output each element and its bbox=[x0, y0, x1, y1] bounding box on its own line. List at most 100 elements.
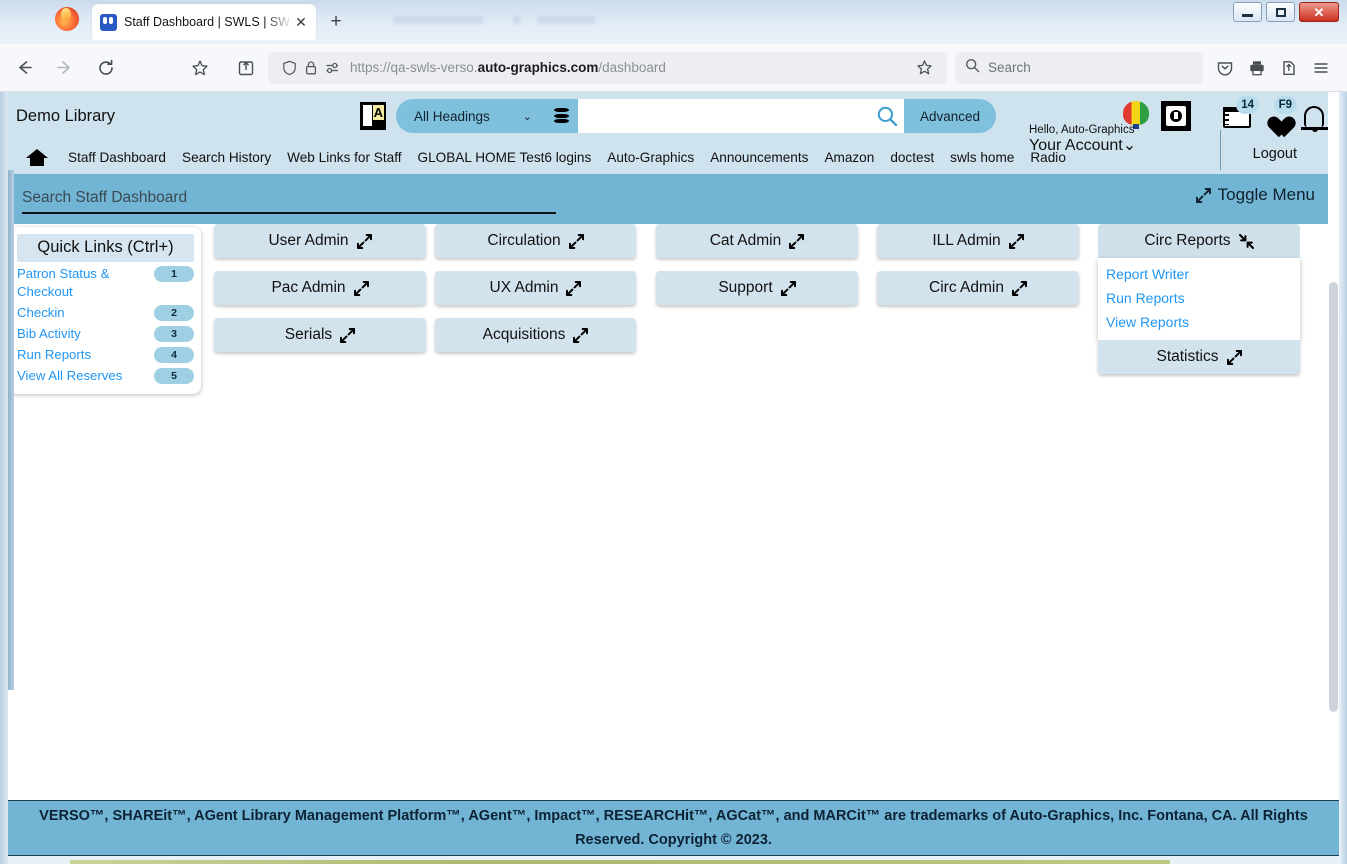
catalog-search-input[interactable] bbox=[578, 99, 869, 133]
tile-cat-admin[interactable]: Cat Admin bbox=[656, 224, 858, 258]
page-footer: VERSO™, SHAREit™, AGent Library Manageme… bbox=[8, 800, 1339, 856]
pocket-icon[interactable] bbox=[1209, 52, 1241, 84]
print-icon[interactable] bbox=[1241, 52, 1273, 84]
save-page-icon[interactable] bbox=[1273, 52, 1305, 84]
browser-toolbar: https://qa-swls-verso.auto-graphics.com/… bbox=[0, 44, 1347, 92]
nav-link-staff-dashboard[interactable]: Staff Dashboard bbox=[60, 150, 174, 165]
quick-link-item[interactable]: Patron Status & Checkout 1 bbox=[17, 265, 194, 301]
circ-reports-menu-view-reports[interactable]: View Reports bbox=[1098, 310, 1300, 334]
tile-ill-admin[interactable]: ILL Admin bbox=[877, 224, 1079, 258]
save-to-pocket-icon[interactable] bbox=[230, 52, 262, 84]
url-bar[interactable]: https://qa-swls-verso.auto-graphics.com/… bbox=[268, 51, 947, 84]
tile-serials[interactable]: Serials bbox=[214, 318, 426, 352]
tile-label: UX Admin bbox=[489, 279, 559, 296]
account-label-text: Your Account bbox=[1029, 137, 1123, 154]
close-icon: ✕ bbox=[1313, 4, 1325, 20]
catalog-search-button[interactable] bbox=[869, 99, 904, 133]
home-icon[interactable] bbox=[26, 147, 48, 167]
headings-select[interactable]: All Headings ⌄ bbox=[396, 99, 544, 133]
notification-icons: 14 F9 bbox=[1221, 96, 1339, 133]
nav-link-announcements[interactable]: Announcements bbox=[702, 150, 816, 165]
window-right-border bbox=[1341, 0, 1347, 864]
marc-view-icon[interactable] bbox=[360, 102, 386, 130]
url-text: https://qa-swls-verso.auto-graphics.com/… bbox=[344, 60, 911, 75]
bookmark-star-icon[interactable] bbox=[184, 52, 216, 84]
advanced-search-button[interactable]: Advanced bbox=[904, 99, 997, 133]
circ-reports-menu-run-reports[interactable]: Run Reports bbox=[1098, 286, 1300, 310]
browser-tab[interactable]: Staff Dashboard | SWLS | SWLS ✕ bbox=[92, 4, 316, 40]
collapse-arrows-icon bbox=[1238, 233, 1254, 249]
close-window-button[interactable]: ✕ bbox=[1299, 2, 1339, 22]
tile-pac-admin[interactable]: Pac Admin bbox=[214, 271, 426, 305]
new-tab-button[interactable]: + bbox=[325, 12, 347, 34]
toolbar-search-box[interactable]: Search bbox=[955, 51, 1203, 84]
account-label[interactable]: Your Account⌄ bbox=[1029, 137, 1169, 155]
tile-statistics[interactable]: Statistics bbox=[1098, 340, 1300, 374]
quick-link-item[interactable]: Bib Activity 3 bbox=[17, 325, 194, 343]
reload-icon[interactable] bbox=[90, 52, 122, 84]
quick-link-patron-status-checkout[interactable]: Patron Status & Checkout bbox=[17, 265, 135, 301]
nav-link-auto-graphics[interactable]: Auto-Graphics bbox=[599, 150, 702, 165]
lock-icon bbox=[300, 57, 322, 79]
maximize-button[interactable] bbox=[1266, 2, 1295, 22]
favorites-heart-icon[interactable]: F9 bbox=[1259, 96, 1297, 133]
page-left-scroll-strip[interactable] bbox=[8, 170, 14, 690]
quick-link-item[interactable]: Checkin 2 bbox=[17, 304, 194, 322]
dashboard-search-input[interactable] bbox=[22, 184, 556, 214]
tab-title: Staff Dashboard | SWLS | SWLS bbox=[124, 15, 292, 29]
quick-link-key-2: 2 bbox=[154, 305, 194, 321]
expand-arrows-icon bbox=[1226, 349, 1242, 365]
url-subdomain: qa-swls-verso. bbox=[390, 60, 478, 75]
quick-link-item[interactable]: View All Reserves 5 bbox=[17, 367, 194, 385]
tile-label: Circ Reports bbox=[1144, 232, 1231, 249]
notification-bell-icon[interactable] bbox=[1297, 99, 1331, 133]
quick-link-bib-activity[interactable]: Bib Activity bbox=[17, 325, 81, 343]
account-menu[interactable]: Hello, Auto-Graphics Your Account⌄ bbox=[1029, 124, 1169, 155]
nav-link-swls-home[interactable]: swls home bbox=[942, 150, 1022, 165]
url-domain: auto-graphics.com bbox=[477, 60, 599, 75]
tile-circulation[interactable]: Circulation bbox=[435, 224, 636, 258]
browser-window: Staff Dashboard | SWLS | SWLS ✕ + ✕ http… bbox=[0, 0, 1347, 864]
tile-ux-admin[interactable]: UX Admin bbox=[435, 271, 636, 305]
tile-label: Pac Admin bbox=[271, 279, 346, 296]
toggle-menu-button[interactable]: Toggle Menu bbox=[1195, 185, 1315, 205]
quick-link-checkin[interactable]: Checkin bbox=[17, 304, 65, 322]
tile-acquisitions[interactable]: Acquisitions bbox=[435, 318, 636, 352]
quick-link-view-all-reserves[interactable]: View All Reserves bbox=[17, 367, 122, 385]
nav-link-web-links-for-staff[interactable]: Web Links for Staff bbox=[279, 150, 409, 165]
nav-link-search-history[interactable]: Search History bbox=[174, 150, 279, 165]
tile-circ-reports[interactable]: Circ Reports bbox=[1098, 224, 1300, 258]
nav-link-global-home-test6-logins[interactable]: GLOBAL HOME Test6 logins bbox=[410, 150, 600, 165]
nav-link-amazon[interactable]: Amazon bbox=[816, 150, 882, 165]
quick-link-item[interactable]: Run Reports 4 bbox=[17, 346, 194, 364]
expand-arrows-icon bbox=[789, 233, 805, 249]
logout-link[interactable]: Logout bbox=[1253, 146, 1297, 162]
expand-arrows-icon bbox=[566, 280, 582, 296]
quick-link-run-reports[interactable]: Run Reports bbox=[17, 346, 91, 364]
calendar-list-icon[interactable]: 14 bbox=[1221, 96, 1259, 133]
expand-arrows-icon bbox=[568, 233, 584, 249]
search-icon bbox=[965, 58, 980, 78]
circ-reports-menu: Report Writer Run Reports View Reports bbox=[1098, 258, 1300, 340]
quick-links-title: Quick Links (Ctrl+) bbox=[17, 234, 194, 262]
forward-icon[interactable] bbox=[48, 52, 80, 84]
circ-reports-menu-report-writer[interactable]: Report Writer bbox=[1098, 262, 1300, 286]
catalog-search-group: All Headings ⌄ Advanced bbox=[396, 99, 997, 133]
tile-label: Circulation bbox=[487, 232, 561, 249]
bookmark-page-icon[interactable] bbox=[911, 55, 937, 81]
nav-link-doctest[interactable]: doctest bbox=[882, 150, 942, 165]
tile-user-admin[interactable]: User Admin bbox=[214, 224, 426, 258]
toggle-menu-label: Toggle Menu bbox=[1217, 185, 1315, 204]
tile-support[interactable]: Support bbox=[656, 271, 858, 305]
close-icon[interactable]: ✕ bbox=[292, 13, 310, 31]
tile-circ-admin[interactable]: Circ Admin bbox=[877, 271, 1079, 305]
hamburger-menu-icon[interactable] bbox=[1305, 52, 1337, 84]
back-icon[interactable] bbox=[8, 52, 40, 84]
headings-select-value: All Headings bbox=[414, 108, 490, 124]
main-navbar: Staff Dashboard Search History Web Links… bbox=[8, 124, 1339, 174]
scrollbar-thumb[interactable] bbox=[1329, 282, 1338, 712]
page-scrollbar[interactable] bbox=[1328, 92, 1339, 856]
database-select-icon[interactable] bbox=[544, 99, 578, 133]
permissions-icon[interactable] bbox=[322, 57, 344, 79]
minimize-button[interactable] bbox=[1233, 2, 1262, 22]
